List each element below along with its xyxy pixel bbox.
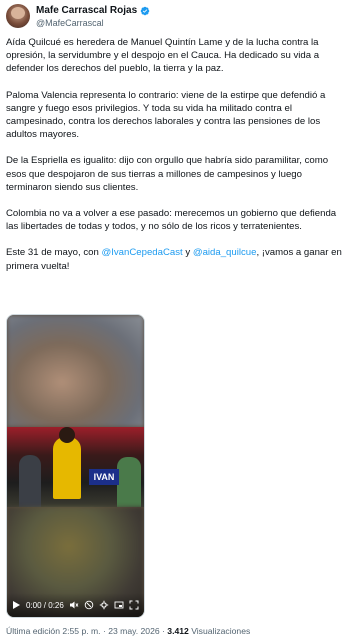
- pip-icon[interactable]: [114, 600, 124, 610]
- tweet-paragraph: Aída Quilcué es heredera de Manuel Quint…: [6, 37, 320, 75]
- views-label: Visualizaciones: [188, 626, 251, 636]
- final-prefix: Este 31 de mayo, con: [6, 247, 102, 259]
- speaker-head: [59, 427, 75, 443]
- volume-off-icon[interactable]: [69, 600, 79, 610]
- tweet-body: Aída Quilcué es heredera de Manuel Quint…: [6, 36, 342, 286]
- video-frame: IVAN: [7, 427, 144, 507]
- views-count: 3.412: [167, 626, 189, 636]
- crowd-person: [117, 457, 141, 507]
- campaign-sign: IVAN: [89, 469, 119, 485]
- tweet-footer: Última edición 2:55 p. m. · 23 may. 2026…: [6, 626, 250, 636]
- edited-timestamp[interactable]: Última edición 2:55 p. m. · 23 may. 2026…: [6, 626, 167, 636]
- tweet-paragraph-final: Este 31 de mayo, con @IvanCepedaCast y @…: [6, 246, 342, 272]
- mention-aida-quilcue[interactable]: @aida_quilcue: [193, 247, 257, 258]
- verified-badge-icon: [140, 6, 150, 15]
- final-middle: y: [182, 247, 193, 259]
- author-handle[interactable]: @MafeCarrascal: [36, 18, 104, 28]
- author-name[interactable]: Mafe Carrascal Rojas: [36, 5, 137, 16]
- crowd-person: [19, 455, 41, 507]
- settings-icon[interactable]: [99, 600, 109, 610]
- video-player[interactable]: IVAN 0:00 / 0:26: [6, 314, 145, 618]
- fullscreen-icon[interactable]: [129, 600, 139, 610]
- tweet-paragraph: Paloma Valencia representa lo contrario:…: [6, 89, 326, 141]
- tweet-header: Mafe Carrascal Rojas @MafeCarrascal: [6, 4, 344, 32]
- mention-ivancepedacast[interactable]: @IvanCepedaCast: [101, 247, 182, 258]
- closed-captions-icon[interactable]: [84, 600, 94, 610]
- video-blur-top: [7, 315, 144, 427]
- video-time: 0:00 / 0:26: [26, 600, 64, 610]
- video-controls: 0:00 / 0:26: [7, 593, 144, 617]
- speaker-figure: [53, 437, 81, 499]
- tweet-paragraph: Colombia no va a volver a ese pasado: me…: [6, 208, 337, 233]
- author-name-row: Mafe Carrascal Rojas: [36, 5, 150, 16]
- avatar[interactable]: [6, 4, 30, 28]
- tweet-paragraph: De la Espriella es igualito: dijo con or…: [6, 155, 329, 193]
- play-icon[interactable]: [11, 600, 21, 610]
